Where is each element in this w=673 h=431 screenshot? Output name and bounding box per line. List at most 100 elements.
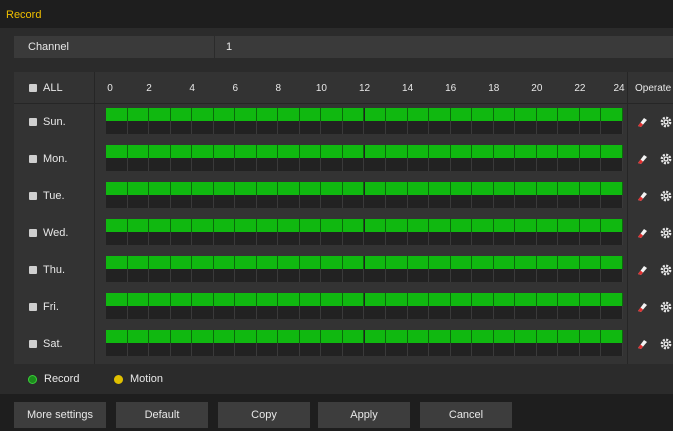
hour-cell[interactable] <box>515 158 537 171</box>
record-segment[interactable] <box>342 256 365 269</box>
hour-cell[interactable] <box>257 306 279 319</box>
hour-cell[interactable] <box>365 232 387 245</box>
record-segment[interactable] <box>321 145 343 158</box>
hour-cell[interactable] <box>128 232 150 245</box>
record-segment[interactable] <box>450 108 473 121</box>
record-segment[interactable] <box>515 293 537 306</box>
hour-cell[interactable] <box>171 232 193 245</box>
hour-cell[interactable] <box>601 232 623 245</box>
hour-cell[interactable] <box>558 306 580 319</box>
record-segment[interactable] <box>321 182 343 195</box>
hour-cell[interactable] <box>149 195 171 208</box>
hour-cell[interactable] <box>429 269 451 282</box>
hour-cell[interactable] <box>235 306 257 319</box>
hour-cell[interactable] <box>601 343 623 356</box>
record-segment[interactable] <box>127 108 150 121</box>
record-segment[interactable] <box>127 145 150 158</box>
record-segment[interactable] <box>342 182 365 195</box>
day-checkbox[interactable] <box>29 266 37 274</box>
record-segment[interactable] <box>407 256 430 269</box>
record-segment[interactable] <box>127 219 150 232</box>
record-segment[interactable] <box>321 256 343 269</box>
record-segment[interactable] <box>472 219 494 232</box>
record-segment[interactable] <box>321 108 343 121</box>
record-segment[interactable] <box>256 293 279 306</box>
hour-cell[interactable] <box>537 121 559 134</box>
record-segment[interactable] <box>106 182 128 195</box>
record-segment[interactable] <box>256 256 279 269</box>
hour-cell[interactable] <box>515 232 537 245</box>
hour-cell[interactable] <box>278 158 300 171</box>
record-segment[interactable] <box>256 108 279 121</box>
record-segment[interactable] <box>149 330 171 343</box>
record-segment[interactable] <box>342 219 365 232</box>
hour-cell[interactable] <box>192 121 214 134</box>
record-segment[interactable] <box>386 330 408 343</box>
hour-cell[interactable] <box>128 343 150 356</box>
hour-cell[interactable] <box>149 232 171 245</box>
hour-cell[interactable] <box>365 121 387 134</box>
record-segment[interactable] <box>429 219 451 232</box>
record-segment[interactable] <box>256 182 279 195</box>
record-segment[interactable] <box>127 256 150 269</box>
hour-cell[interactable] <box>365 306 387 319</box>
record-segment[interactable] <box>407 330 430 343</box>
hour-cell[interactable] <box>106 121 128 134</box>
hour-cell[interactable] <box>580 343 602 356</box>
hour-cell[interactable] <box>386 343 408 356</box>
day-checkbox[interactable] <box>29 340 37 348</box>
hour-cell[interactable] <box>580 158 602 171</box>
hour-cell[interactable] <box>278 195 300 208</box>
hour-cell[interactable] <box>300 306 322 319</box>
record-segment[interactable] <box>127 293 150 306</box>
record-segment[interactable] <box>170 293 193 306</box>
record-segment[interactable] <box>429 108 451 121</box>
hour-cell[interactable] <box>429 195 451 208</box>
record-segment[interactable] <box>493 219 516 232</box>
hour-cell[interactable] <box>149 343 171 356</box>
record-segment[interactable] <box>192 182 214 195</box>
hour-cell[interactable] <box>537 158 559 171</box>
record-segment[interactable] <box>515 182 537 195</box>
hour-cell[interactable] <box>494 121 516 134</box>
hour-cell[interactable] <box>300 121 322 134</box>
hour-cell[interactable] <box>343 306 365 319</box>
day-checkbox[interactable] <box>29 303 37 311</box>
record-segment[interactable] <box>149 108 171 121</box>
hour-cell[interactable] <box>171 158 193 171</box>
record-segment[interactable] <box>149 182 171 195</box>
hour-cell[interactable] <box>386 269 408 282</box>
record-segment[interactable] <box>515 108 537 121</box>
record-segment[interactable] <box>601 330 623 343</box>
day-checkbox[interactable] <box>29 229 37 237</box>
hour-cell[interactable] <box>386 232 408 245</box>
hour-cell[interactable] <box>321 232 343 245</box>
record-segment[interactable] <box>299 256 322 269</box>
day-schedule-track[interactable] <box>106 219 623 245</box>
hour-cell[interactable] <box>601 269 623 282</box>
day-schedule-track[interactable] <box>106 108 623 134</box>
hour-cell[interactable] <box>192 195 214 208</box>
hour-cell[interactable] <box>321 269 343 282</box>
record-segment[interactable] <box>235 108 257 121</box>
hour-cell[interactable] <box>580 232 602 245</box>
record-segment[interactable] <box>386 145 408 158</box>
hour-cell[interactable] <box>300 343 322 356</box>
record-segment[interactable] <box>192 145 214 158</box>
record-segment[interactable] <box>536 108 559 121</box>
hour-cell[interactable] <box>278 121 300 134</box>
hour-cell[interactable] <box>537 343 559 356</box>
hour-cell[interactable] <box>257 195 279 208</box>
hour-cell[interactable] <box>515 306 537 319</box>
hour-cell[interactable] <box>472 195 494 208</box>
hour-cell[interactable] <box>128 195 150 208</box>
hour-cell[interactable] <box>515 343 537 356</box>
hour-cell[interactable] <box>171 306 193 319</box>
record-segment[interactable] <box>192 219 214 232</box>
record-segment[interactable] <box>407 293 430 306</box>
hour-cell[interactable] <box>149 121 171 134</box>
record-segment[interactable] <box>515 145 537 158</box>
record-segment[interactable] <box>235 219 257 232</box>
record-segment[interactable] <box>342 108 365 121</box>
hour-cell[interactable] <box>343 195 365 208</box>
